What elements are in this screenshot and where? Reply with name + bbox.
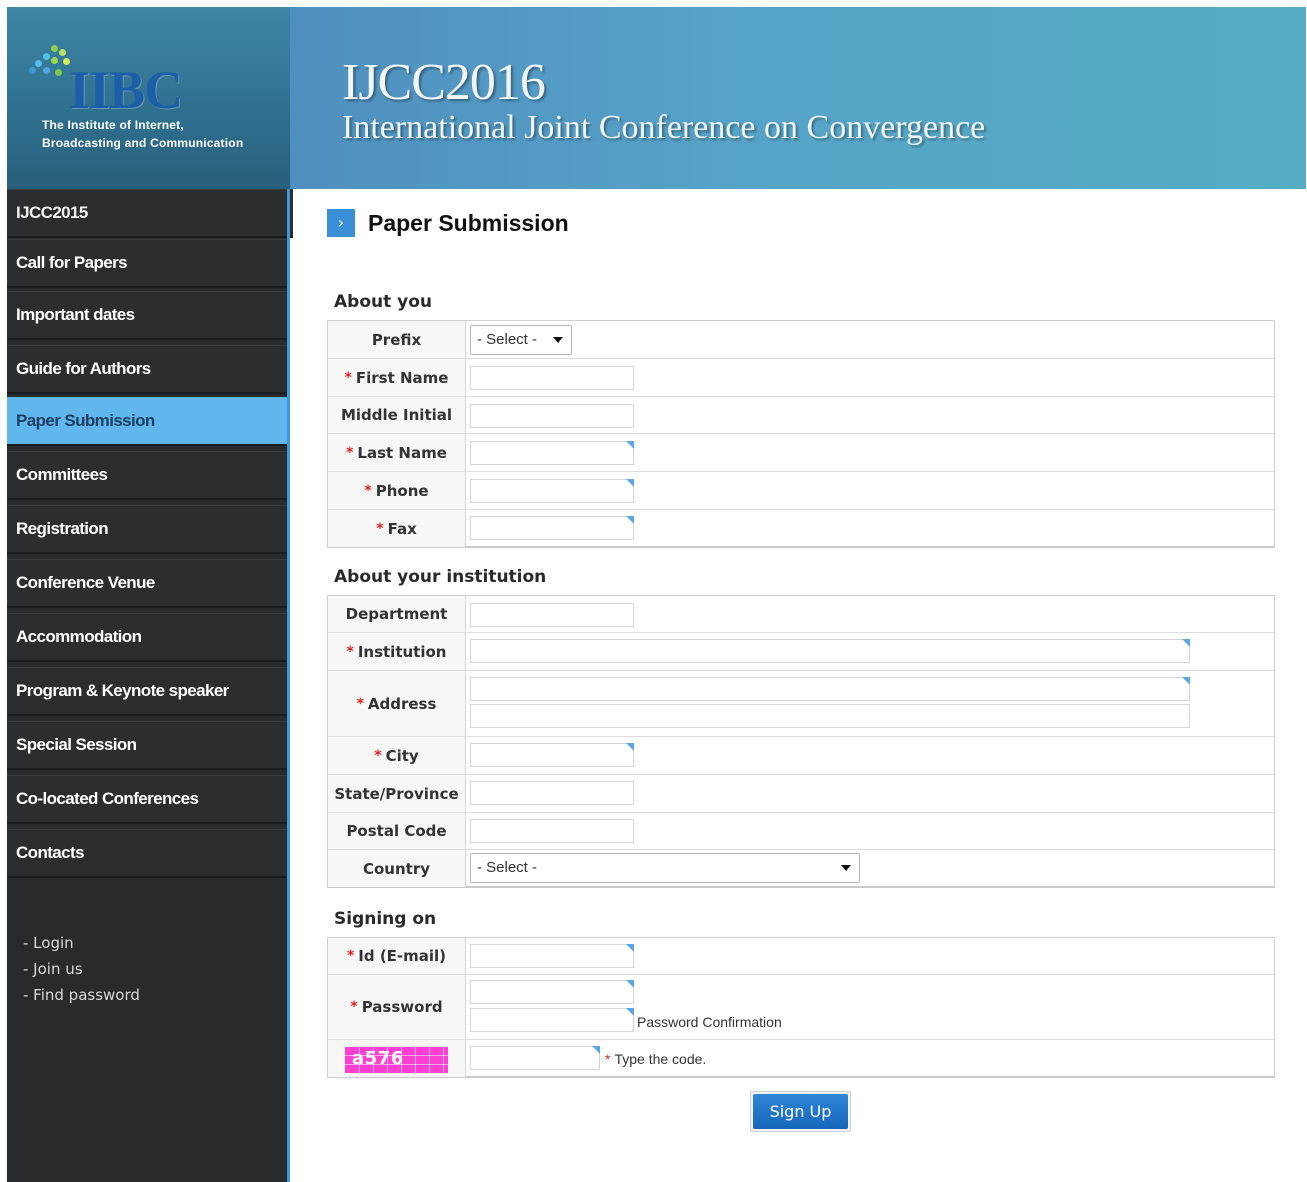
id-email-input[interactable] bbox=[470, 944, 634, 968]
captcha-code: a576 bbox=[352, 1048, 404, 1069]
postal-code-input[interactable] bbox=[470, 819, 634, 843]
section-title-about-you: About you bbox=[334, 292, 433, 312]
password-confirmation-input[interactable] bbox=[470, 1008, 634, 1032]
last-name-input[interactable] bbox=[470, 441, 634, 465]
sidebar-item-guide-for-authors[interactable]: Guide for Authors bbox=[7, 345, 287, 394]
type-code-label: * Type the code. bbox=[605, 1051, 707, 1067]
prefix-select[interactable]: - Select - bbox=[470, 325, 572, 355]
logo-subtitle-line1: The Institute of Internet, bbox=[42, 118, 184, 132]
city-label: * City bbox=[328, 737, 466, 774]
form-row-postal-code: Postal Code bbox=[328, 813, 1274, 850]
login-link[interactable]: - Login bbox=[23, 934, 74, 952]
captcha-input[interactable] bbox=[470, 1046, 600, 1070]
logo-text: IIBC bbox=[69, 60, 183, 120]
form-row-id: * Id (E-mail) bbox=[328, 938, 1274, 975]
conference-banner: IJCC2016 International Joint Conference … bbox=[290, 7, 1306, 189]
form-row-department: Department bbox=[328, 596, 1274, 633]
banner-title: IJCC2016 bbox=[342, 54, 546, 111]
captcha-image: a576 bbox=[345, 1047, 448, 1073]
form-row-last-name: * Last Name bbox=[328, 434, 1274, 472]
signing-on-form: * Id (E-mail) * Password Password Confirma… bbox=[327, 937, 1275, 1078]
sidebar: IJCC2015 Call for Papers Important dates… bbox=[7, 189, 293, 1182]
password-confirmation-label: Password Confirmation bbox=[637, 1014, 782, 1030]
sidebar-item-registration[interactable]: Registration bbox=[7, 505, 287, 554]
id-label: * Id (E-mail) bbox=[328, 938, 466, 974]
address-label: * Address bbox=[328, 671, 466, 736]
institution-input[interactable] bbox=[470, 639, 1190, 663]
form-row-address: * Address bbox=[328, 671, 1274, 737]
phone-label: * Phone bbox=[328, 472, 466, 509]
sidebar-item-call-for-papers[interactable]: Call for Papers bbox=[7, 239, 287, 288]
captcha-cell: a576 bbox=[328, 1040, 466, 1077]
sign-up-button-label: Sign Up bbox=[753, 1094, 848, 1129]
sidebar-divider bbox=[287, 189, 290, 1182]
department-label: Department bbox=[328, 596, 466, 632]
form-row-phone: * Phone bbox=[328, 472, 1274, 510]
sidebar-item-contacts[interactable]: Contacts bbox=[7, 829, 287, 878]
chevron-down-icon bbox=[553, 337, 563, 343]
chevron-down-icon bbox=[841, 865, 851, 871]
state-label: State/Province bbox=[328, 775, 466, 812]
middle-initial-input[interactable] bbox=[470, 404, 634, 428]
department-input[interactable] bbox=[470, 603, 634, 627]
find-password-link[interactable]: - Find password bbox=[23, 986, 140, 1004]
address-line2-input[interactable] bbox=[470, 704, 1190, 728]
sidebar-item-program-keynote[interactable]: Program & Keynote speaker bbox=[7, 667, 287, 716]
iibc-logo[interactable]: IIBC The Institute of Internet, Broadcas… bbox=[7, 7, 290, 189]
form-row-first-name: * First Name bbox=[328, 359, 1274, 397]
last-name-label: * Last Name bbox=[328, 434, 466, 471]
form-row-institution: * Institution bbox=[328, 633, 1274, 671]
site-header: IIBC The Institute of Internet, Broadcas… bbox=[7, 7, 1306, 189]
form-row-city: * City bbox=[328, 737, 1274, 775]
password-input[interactable] bbox=[470, 980, 634, 1004]
form-row-prefix: Prefix - Select - bbox=[328, 321, 1274, 359]
country-select[interactable]: - Select - bbox=[470, 853, 860, 883]
sidebar-item-co-located-conferences[interactable]: Co-located Conferences bbox=[7, 775, 287, 824]
chevron-right-icon: › bbox=[327, 209, 355, 237]
city-input[interactable] bbox=[470, 743, 634, 767]
sidebar-item-special-session[interactable]: Special Session bbox=[7, 721, 287, 770]
first-name-input[interactable] bbox=[470, 366, 634, 390]
address-line1-input[interactable] bbox=[470, 677, 1190, 701]
sidebar-item-accommodation[interactable]: Accommodation bbox=[7, 613, 287, 662]
sidebar-item-conference-venue[interactable]: Conference Venue bbox=[7, 559, 287, 608]
middle-initial-label: Middle Initial bbox=[328, 397, 466, 433]
form-row-fax: * Fax bbox=[328, 510, 1274, 547]
section-title-signing-on: Signing on bbox=[334, 909, 437, 929]
postal-code-label: Postal Code bbox=[328, 813, 466, 849]
section-title-institution: About your institution bbox=[334, 567, 547, 587]
password-label: * Password bbox=[328, 975, 466, 1039]
sidebar-item-important-dates[interactable]: Important dates bbox=[7, 291, 287, 340]
sidebar-item-paper-submission[interactable]: Paper Submission bbox=[7, 397, 287, 446]
country-label: Country bbox=[328, 850, 466, 887]
page-title: Paper Submission bbox=[368, 210, 569, 236]
sidebar-item-ijcc2015[interactable]: IJCC2015 bbox=[7, 189, 293, 238]
fax-input[interactable] bbox=[470, 516, 634, 540]
banner-subtitle: International Joint Conference on Conver… bbox=[342, 109, 986, 146]
form-row-middle-initial: Middle Initial bbox=[328, 397, 1274, 434]
form-row-country: Country - Select - bbox=[328, 850, 1274, 887]
prefix-label: Prefix bbox=[328, 321, 466, 358]
institution-form: Department * Institution * Address * City S… bbox=[327, 595, 1275, 888]
form-row-password: * Password Password Confirmation bbox=[328, 975, 1274, 1040]
join-us-link[interactable]: - Join us bbox=[23, 960, 83, 978]
phone-input[interactable] bbox=[470, 479, 634, 503]
first-name-label: * First Name bbox=[328, 359, 466, 396]
sidebar-item-committees[interactable]: Committees bbox=[7, 451, 287, 500]
sign-up-button[interactable]: Sign Up bbox=[750, 1091, 851, 1132]
state-input[interactable] bbox=[470, 781, 634, 805]
about-you-form: Prefix - Select - * First Name Middle Ini… bbox=[327, 320, 1275, 548]
form-row-state: State/Province bbox=[328, 775, 1274, 813]
institution-label: * Institution bbox=[328, 633, 466, 670]
logo-subtitle-line2: Broadcasting and Communication bbox=[42, 136, 244, 150]
form-row-captcha: a576 * Type the code. bbox=[328, 1040, 1274, 1077]
fax-label: * Fax bbox=[328, 510, 466, 547]
